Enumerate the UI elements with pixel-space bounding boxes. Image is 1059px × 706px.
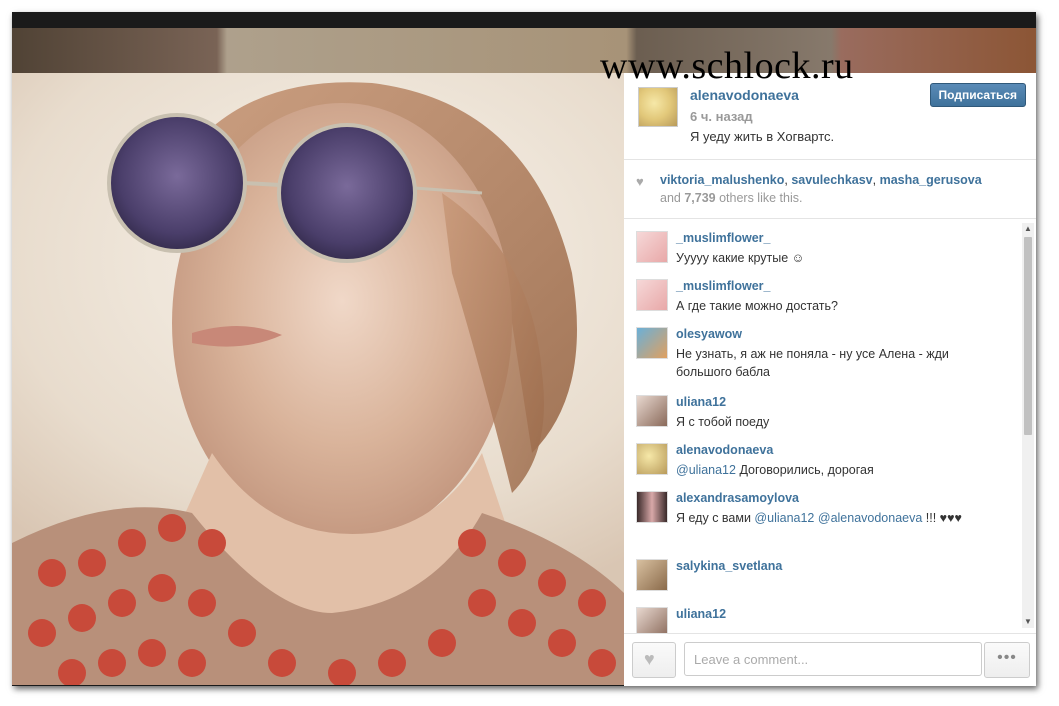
likes-others-suffix: others like this.	[715, 191, 803, 205]
commenter-avatar[interactable]	[636, 491, 668, 523]
likes-others-prefix: and	[660, 191, 685, 205]
likers-separator: ,	[872, 173, 880, 187]
commenter-avatar[interactable]	[636, 231, 668, 263]
background-feed-strip	[12, 28, 1036, 74]
commenter-avatar[interactable]	[636, 279, 668, 311]
comment-text: А где такие можно достать?	[676, 299, 838, 313]
likes-count[interactable]: 7,739	[684, 191, 715, 205]
post-footer: ♥ •••	[624, 633, 1036, 686]
mention-link[interactable]: @uliana12	[676, 463, 736, 477]
commenter-username[interactable]: alexandrasamoylova	[676, 491, 799, 505]
commenter-username[interactable]: uliana12	[676, 395, 726, 409]
more-options-button[interactable]: •••	[984, 642, 1030, 678]
commenter-username[interactable]: salykina_svetlana	[676, 559, 782, 573]
comment-text: Я еду с вами @uliana12 @alenavodonaeva !…	[676, 509, 1006, 527]
author-avatar[interactable]	[638, 87, 678, 127]
commenter-username[interactable]: _muslimflower_	[676, 231, 770, 245]
post-caption: Я уеду жить в Хогвартс.	[690, 129, 835, 144]
post-timestamp: 6 ч. назад	[690, 109, 753, 124]
commenter-avatar[interactable]	[636, 607, 668, 633]
likes-others-text: and 7,739 others like this.	[660, 191, 802, 205]
watermark-text: www.schlock.ru	[600, 45, 854, 87]
commenter-username[interactable]: alenavodonaeva	[676, 443, 773, 457]
comment-text: Ууууу какие крутые ☺	[676, 251, 805, 265]
comment-text-body: Договорились, дорогая	[735, 463, 874, 477]
mention-link[interactable]: @alenavodonaeva	[818, 511, 922, 525]
commenter-avatar[interactable]	[636, 559, 668, 591]
post-photo	[12, 73, 624, 685]
scroll-down-arrow-icon[interactable]: ▼	[1022, 616, 1034, 628]
heart-icon: ♥	[644, 649, 655, 669]
comments-list: _muslimflower_ Ууууу какие крутые ☺ _mus…	[624, 219, 1036, 633]
selfie-photo-illustration	[12, 82, 624, 685]
comment-text-post: !!! ♥♥♥	[922, 511, 962, 525]
liker-link[interactable]: masha_gerusova	[880, 173, 982, 187]
likes-section: ♥ viktoria_malushenko, savulechkasv, mas…	[624, 160, 1036, 219]
like-button[interactable]: ♥	[632, 642, 676, 678]
liker-link[interactable]: savulechkasv	[791, 173, 872, 187]
commenter-avatar[interactable]	[636, 443, 668, 475]
comments-scrollbar[interactable]: ▲ ▼	[1022, 223, 1034, 628]
commenter-username[interactable]: olesyawow	[676, 327, 742, 341]
commenter-avatar[interactable]	[636, 327, 668, 359]
scroll-up-arrow-icon[interactable]: ▲	[1022, 223, 1034, 235]
author-username[interactable]: alenavodonaeva	[690, 87, 799, 103]
liker-link[interactable]: viktoria_malushenko	[660, 173, 784, 187]
comment-text: Не узнать, я аж не поняла - ну усе Алена…	[676, 347, 949, 379]
comment-text-pre: Я еду с вами	[676, 511, 755, 525]
comment-input[interactable]	[684, 642, 982, 676]
commenter-username[interactable]: uliana12	[676, 607, 726, 621]
comment-text: @uliana12 Договорились, дорогая	[676, 461, 1006, 479]
follow-button[interactable]: Подписаться	[929, 83, 1026, 107]
commenter-username[interactable]: _muslimflower_	[676, 279, 770, 293]
heart-icon: ♥	[636, 174, 644, 189]
likers-list: viktoria_malushenko, savulechkasv, masha…	[660, 173, 982, 187]
scroll-thumb[interactable]	[1024, 237, 1032, 435]
mention-link[interactable]: @uliana12	[754, 511, 814, 525]
commenter-avatar[interactable]	[636, 395, 668, 427]
comment-text: Я с тобой поеду	[676, 415, 770, 429]
post-side-panel: alenavodonaeva 6 ч. назад Я уеду жить в …	[624, 73, 1036, 686]
